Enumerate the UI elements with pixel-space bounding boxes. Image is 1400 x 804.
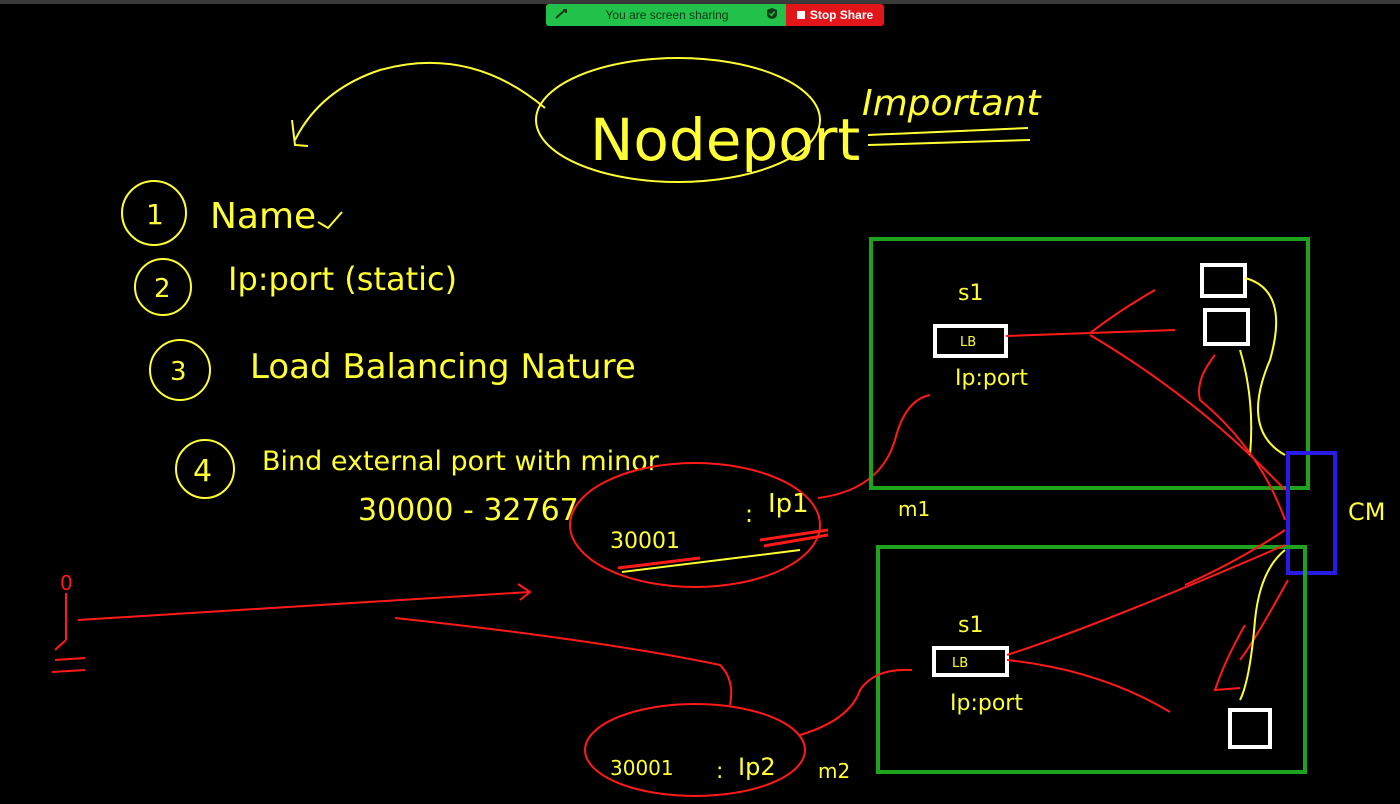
pod-route-red-bottom (1213, 579, 1289, 692)
lb-bottom-routes (1006, 529, 1286, 713)
user-figure-icon (51, 593, 86, 673)
node-m1-box (869, 237, 1310, 490)
lb-top-routes (1005, 289, 1286, 491)
mapping-m2-oval (584, 703, 806, 797)
lb-label-top: LB (960, 335, 976, 350)
important-note: Important (862, 83, 1042, 124)
ipport-bottom: Ip:port (950, 691, 1023, 716)
user-request-arrow (77, 583, 532, 621)
point-2-num: 2 (154, 274, 171, 304)
ipport-top: Ip:port (955, 366, 1028, 391)
pod-box-1 (1200, 263, 1247, 298)
point-1-text: Name (210, 196, 316, 237)
cm-label: CM (1348, 498, 1385, 526)
point-4-text: Bind external port with minor (262, 446, 660, 477)
m2-to-lb-arrow (799, 668, 913, 736)
cm-box (1286, 451, 1337, 575)
m1-to-lb-arrow (817, 394, 931, 499)
point-4-num: 4 (193, 454, 212, 489)
pod-box-2 (1203, 308, 1250, 346)
check-mark-icon (317, 211, 343, 230)
point-1-num: 1 (146, 198, 164, 231)
port-range-text: 30000 - 32767 (358, 493, 579, 528)
user-label: 0 (60, 571, 73, 595)
point-3-text: Load Balancing Nature (250, 347, 636, 387)
whiteboard-canvas[interactable]: Nodeport Important 1 Name 2 Ip:port (sta… (0, 0, 1400, 804)
mapping-m1-oval (569, 462, 821, 588)
pod-links-top (1239, 277, 1286, 456)
lb-box-bottom (932, 646, 1009, 677)
point-2-text: Ip:port (static) (228, 260, 457, 298)
mapping-m2-ip: Ip2 (738, 753, 776, 781)
service-s1-bottom: s1 (958, 613, 983, 638)
user-request-line-2 (394, 617, 733, 706)
mapping-m1-port: 30001 (610, 529, 680, 554)
service-s1-top: s1 (958, 281, 983, 306)
lb-label-bottom: LB (952, 656, 968, 671)
mapping-m2-port: 30001 (610, 756, 674, 780)
node-m1-label: m1 (898, 497, 930, 521)
important-underline (867, 127, 1031, 146)
point-3-num: 3 (170, 357, 187, 387)
mapping-m1-ip: Ip1 (768, 489, 809, 519)
mapping-m2-sep: : (716, 759, 723, 784)
title-arrow (294, 61, 546, 141)
pod-route-red-top (1198, 354, 1286, 521)
node-m2-label: m2 (818, 759, 850, 783)
pod-box-3 (1228, 708, 1272, 749)
title-text: Nodeport (590, 106, 860, 174)
mapping-m1-sep: : (745, 500, 753, 528)
